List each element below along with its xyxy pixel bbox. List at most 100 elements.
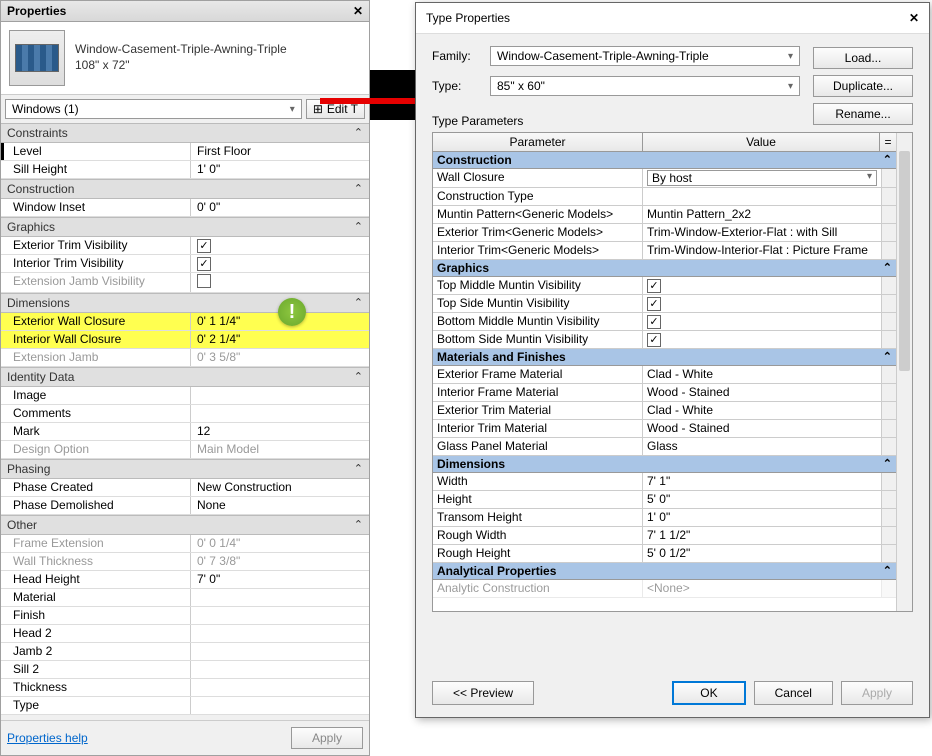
param-value[interactable]: 5' 0 1/2" [643,545,882,562]
param-row[interactable]: Analytic Construction<None> [433,580,896,598]
param-row[interactable]: Muntin Pattern<Generic Models>Muntin Pat… [433,206,896,224]
param-value[interactable]: Wood - Stained [643,420,882,437]
param-value[interactable]: Glass [643,438,882,455]
property-row[interactable]: Finish [1,607,369,625]
property-value[interactable] [191,405,369,422]
param-value[interactable]: Muntin Pattern_2x2 [643,206,882,223]
param-value[interactable]: ✓ [643,331,882,348]
rename-button[interactable]: Rename... [813,103,913,125]
param-row[interactable]: Bottom Side Muntin Visibility✓ [433,331,896,349]
property-value[interactable]: ✓ [191,255,369,272]
property-value[interactable]: 0' 7 3/8" [191,553,369,570]
param-value[interactable]: Trim-Window-Exterior-Flat : with Sill [643,224,882,241]
property-value[interactable] [191,625,369,642]
checkbox[interactable]: ✓ [647,315,661,329]
property-row[interactable]: Extension Jamb0' 3 5/8" [1,349,369,367]
param-value[interactable]: ✓ [643,277,882,294]
param-row[interactable]: Bottom Middle Muntin Visibility✓ [433,313,896,331]
property-row[interactable]: Extension Jamb Visibility [1,273,369,293]
property-value[interactable] [191,589,369,606]
param-value[interactable]: 1' 0" [643,509,882,526]
param-row[interactable]: Interior Trim<Generic Models>Trim-Window… [433,242,896,260]
apply-button[interactable]: Apply [291,727,363,749]
param-row[interactable]: Glass Panel MaterialGlass [433,438,896,456]
property-row[interactable]: Comments [1,405,369,423]
property-value[interactable] [191,679,369,696]
property-value[interactable] [191,643,369,660]
param-value[interactable]: 5' 0" [643,491,882,508]
param-value[interactable]: Wood - Stained [643,384,882,401]
property-row[interactable]: Interior Trim Visibility✓ [1,255,369,273]
group-header[interactable]: Phasing⌃ [1,459,369,479]
property-value[interactable] [191,273,369,292]
property-row[interactable]: Type [1,697,369,715]
property-value[interactable]: 7' 0" [191,571,369,588]
property-value[interactable]: 12 [191,423,369,440]
param-row[interactable]: Exterior Frame MaterialClad - White [433,366,896,384]
property-value[interactable]: ✓ [191,237,369,254]
property-row[interactable]: Exterior Wall Closure0' 1 1/4" [1,313,369,331]
property-row[interactable]: Jamb 2 [1,643,369,661]
property-value[interactable]: Main Model [191,441,369,458]
group-header[interactable]: Other⌃ [1,515,369,535]
group-header[interactable]: Constraints⌃ [1,123,369,143]
property-row[interactable]: Design OptionMain Model [1,441,369,459]
checkbox[interactable]: ✓ [647,279,661,293]
property-row[interactable]: Image [1,387,369,405]
param-row[interactable]: Rough Height5' 0 1/2" [433,545,896,563]
param-value[interactable]: Clad - White [643,402,882,419]
duplicate-button[interactable]: Duplicate... [813,75,913,97]
property-row[interactable]: Interior Wall Closure0' 2 1/4" [1,331,369,349]
param-value[interactable]: Clad - White [643,366,882,383]
property-value[interactable]: 0' 0 1/4" [191,535,369,552]
property-value[interactable]: 0' 0" [191,199,369,216]
property-value[interactable]: 1' 0" [191,161,369,178]
property-value[interactable] [191,661,369,678]
param-row[interactable]: Transom Height1' 0" [433,509,896,527]
property-row[interactable]: Wall Thickness0' 7 3/8" [1,553,369,571]
group-header[interactable]: Dimensions⌃ [1,293,369,313]
param-value[interactable]: By host▾ [643,169,882,187]
property-row[interactable]: Phase DemolishedNone [1,497,369,515]
group-header[interactable]: Construction⌃ [1,179,369,199]
param-row[interactable]: Rough Width7' 1 1/2" [433,527,896,545]
param-row[interactable]: Top Side Muntin Visibility✓ [433,295,896,313]
properties-help-link[interactable]: Properties help [7,731,88,745]
group-header[interactable]: Graphics⌃ [1,217,369,237]
category-header[interactable]: Analytical Properties⌃ [433,563,896,580]
property-row[interactable]: Phase CreatedNew Construction [1,479,369,497]
param-row[interactable]: Exterior Trim MaterialClad - White [433,402,896,420]
cancel-button[interactable]: Cancel [754,681,833,705]
property-value[interactable]: New Construction [191,479,369,496]
property-value[interactable]: None [191,497,369,514]
property-row[interactable]: Sill 2 [1,661,369,679]
type-selector[interactable]: Window-Casement-Triple-Awning-Triple 108… [1,22,369,95]
category-header[interactable]: Materials and Finishes⌃ [433,349,896,366]
preview-button[interactable]: << Preview [432,681,534,705]
property-value[interactable] [191,387,369,404]
property-value[interactable] [191,607,369,624]
param-value[interactable]: ✓ [643,295,882,312]
scrollbar[interactable] [896,133,912,611]
select-box[interactable]: By host▾ [647,170,877,186]
close-icon[interactable]: ✕ [353,4,363,18]
property-value[interactable]: 0' 3 5/8" [191,349,369,366]
checkbox[interactable] [197,274,211,288]
property-value[interactable] [191,697,369,714]
param-row[interactable]: Width7' 1" [433,473,896,491]
param-value[interactable]: Trim-Window-Interior-Flat : Picture Fram… [643,242,882,259]
category-header[interactable]: Dimensions⌃ [433,456,896,473]
dialog-apply-button[interactable]: Apply [841,681,913,705]
param-value[interactable]: ✓ [643,313,882,330]
param-value[interactable]: 7' 1" [643,473,882,490]
property-row[interactable]: Frame Extension0' 0 1/4" [1,535,369,553]
type-dropdown[interactable]: 85" x 60"▾ [490,76,800,96]
checkbox[interactable]: ✓ [647,297,661,311]
param-value[interactable]: 7' 1 1/2" [643,527,882,544]
param-row[interactable]: Exterior Trim<Generic Models>Trim-Window… [433,224,896,242]
category-dropdown[interactable]: Windows (1)▾ [5,99,302,119]
property-row[interactable]: LevelFirst Floor [1,143,369,161]
param-row[interactable]: Wall ClosureBy host▾ [433,169,896,188]
family-dropdown[interactable]: Window-Casement-Triple-Awning-Triple▾ [490,46,800,66]
load-button[interactable]: Load... [813,47,913,69]
